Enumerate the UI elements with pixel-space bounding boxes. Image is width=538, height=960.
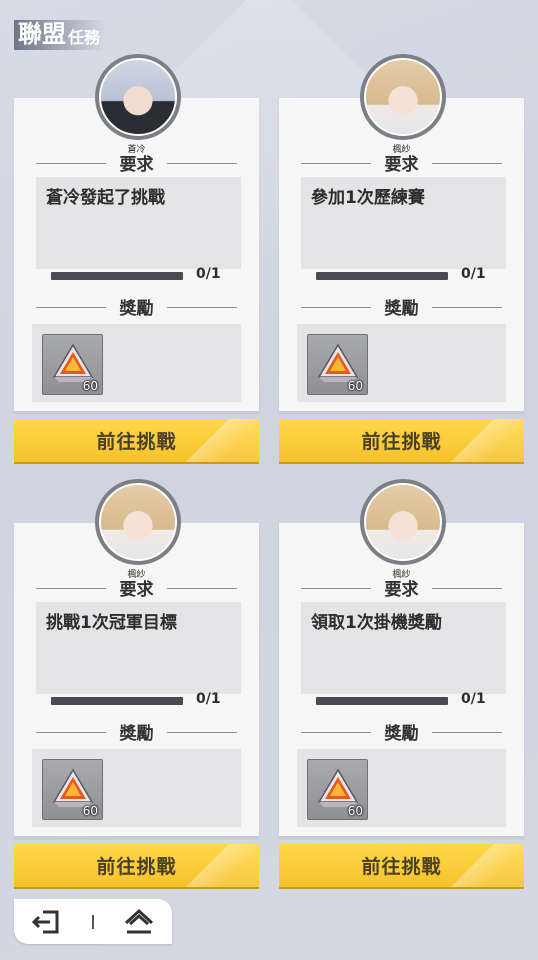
page-subtitle: 任務	[68, 28, 101, 47]
item-count: 60	[347, 379, 363, 393]
reward-item[interactable]: 60	[307, 334, 368, 395]
reward-item[interactable]: 60	[42, 759, 103, 820]
progress-bar	[51, 697, 183, 705]
progress-bar	[316, 272, 448, 280]
task-card: 楓紗 要求 參加1次歷練賽 0/1 獎勵 60	[279, 54, 524, 413]
portrait-image	[364, 483, 442, 561]
reward-title: 獎勵	[279, 294, 524, 319]
progress-bar	[51, 272, 183, 280]
bottom-nav-bar	[14, 899, 172, 944]
reward-title: 獎勵	[14, 294, 259, 319]
requirement-title: 要求	[14, 575, 259, 600]
task-card: 蒼冷 要求 蒼冷發起了挑戰 0/1 獎勵 60	[14, 54, 259, 413]
npc-avatar	[360, 54, 446, 140]
nav-divider	[91, 914, 94, 929]
requirement-text: 領取1次掛機獎勵	[301, 602, 506, 694]
progress-text: 0/1	[461, 266, 486, 282]
progress-text: 0/1	[461, 691, 486, 707]
page-title: 聯盟	[18, 20, 66, 48]
go-challenge-button[interactable]: 前往挑戰	[14, 419, 259, 462]
requirement-title: 要求	[279, 150, 524, 175]
requirement-title: 要求	[279, 575, 524, 600]
npc-avatar	[95, 479, 181, 565]
item-count: 60	[82, 804, 98, 818]
npc-avatar	[95, 54, 181, 140]
requirement-text: 挑戰1次冠軍目標	[36, 602, 241, 694]
progress-bar	[316, 697, 448, 705]
item-count: 60	[347, 804, 363, 818]
go-challenge-button[interactable]: 前往挑戰	[279, 419, 524, 462]
reward-box: 60	[32, 324, 241, 402]
reward-box: 60	[297, 324, 506, 402]
title-tag: 聯盟 任務	[14, 20, 107, 50]
requirement-text: 參加1次歷練賽	[301, 177, 506, 269]
progress-text: 0/1	[196, 266, 221, 282]
exit-icon	[31, 910, 59, 933]
portrait-image	[364, 58, 442, 136]
home-icon	[125, 908, 154, 933]
page-header: 聯盟 任務	[14, 18, 107, 50]
item-count: 60	[82, 379, 98, 393]
reward-title: 獎勵	[14, 719, 259, 744]
task-card: 楓紗 要求 領取1次掛機獎勵 0/1 獎勵 60	[279, 479, 524, 838]
portrait-image	[99, 58, 177, 136]
task-card: 楓紗 要求 挑戰1次冠軍目標 0/1 獎勵 60	[14, 479, 259, 838]
progress-text: 0/1	[196, 691, 221, 707]
reward-box: 60	[297, 749, 506, 827]
requirement-text: 蒼冷發起了挑戰	[36, 177, 241, 269]
go-challenge-button[interactable]: 前往挑戰	[279, 844, 524, 887]
reward-title: 獎勵	[279, 719, 524, 744]
exit-button[interactable]	[27, 905, 67, 939]
reward-box: 60	[32, 749, 241, 827]
reward-item[interactable]: 60	[42, 334, 103, 395]
home-button[interactable]	[119, 905, 159, 939]
go-challenge-button[interactable]: 前往挑戰	[14, 844, 259, 887]
portrait-image	[99, 483, 177, 561]
reward-item[interactable]: 60	[307, 759, 368, 820]
npc-avatar	[360, 479, 446, 565]
requirement-title: 要求	[14, 150, 259, 175]
